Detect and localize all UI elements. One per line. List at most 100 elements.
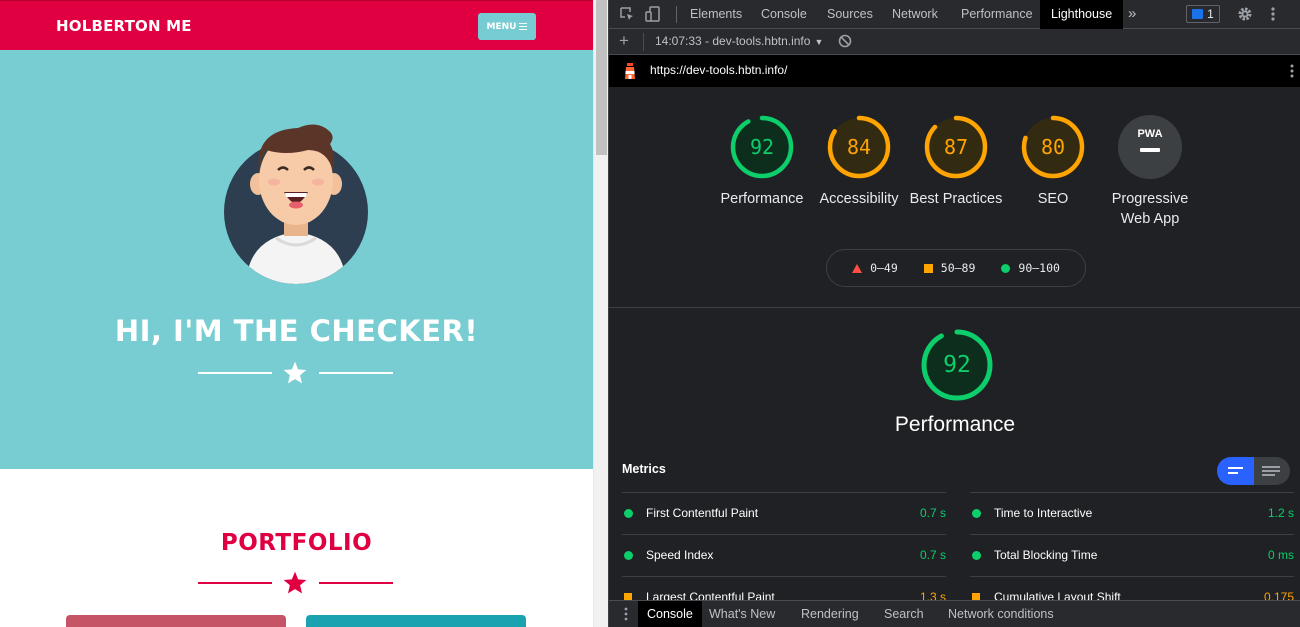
drawer-tabbar: Console What's New Rendering Search Netw… — [609, 600, 1300, 627]
tab-sources[interactable]: Sources — [816, 0, 884, 29]
metric-value: 0 ms — [1267, 548, 1294, 562]
metric-name: Cumulative Layout Shift — [994, 590, 1121, 600]
gauge-pwa[interactable]: PWA Progressive Web App — [1100, 114, 1200, 229]
metric-name: Speed Index — [646, 548, 714, 562]
kebab-menu-icon[interactable] — [1269, 6, 1277, 22]
metric-value: 0.7 s — [919, 506, 946, 520]
scrollbar-thumb[interactable] — [596, 0, 607, 155]
inspect-element-icon[interactable] — [618, 5, 636, 23]
gauge-label: Progressive Web App — [1111, 191, 1189, 227]
score-ring: 92 — [729, 114, 795, 180]
site-brand[interactable]: HOLBERTON ME — [56, 17, 192, 35]
report-select-value: 14:07:33 - dev-tools.hbtn.info — [655, 34, 811, 48]
portfolio-card[interactable] — [306, 615, 526, 627]
report-url[interactable]: https://dev-tools.hbtn.info/ — [650, 63, 787, 77]
drawer-tab-console[interactable]: Console — [638, 601, 702, 627]
drawer-tab-rendering[interactable]: Rendering — [792, 601, 868, 627]
hero-title: HI, I'M THE CHECKER! — [114, 314, 479, 348]
legend-pass-range: 90–100 — [1018, 261, 1060, 275]
gear-icon[interactable] — [1237, 6, 1253, 22]
gauge-performance[interactable]: 92 Performance — [712, 114, 812, 209]
pass-circle-icon — [972, 509, 981, 518]
metric-value: 0.175 — [1263, 590, 1294, 600]
portfolio-card[interactable] — [66, 615, 286, 627]
tab-elements[interactable]: Elements — [679, 0, 753, 29]
list-icon — [1262, 470, 1280, 472]
hamburger-icon — [519, 23, 528, 30]
tab-console[interactable]: Console — [750, 0, 818, 29]
performance-gauge-large: 92 — [919, 327, 995, 403]
portfolio-divider — [198, 570, 393, 596]
list-icon — [1262, 466, 1280, 468]
gauge-score: 80 — [1040, 135, 1066, 159]
report-select[interactable]: 14:07:33 - dev-tools.hbtn.info ▼ — [655, 34, 823, 48]
compact-view-button[interactable] — [1253, 457, 1290, 485]
pass-circle-icon — [624, 509, 633, 518]
pwa-icon: PWA — [1118, 115, 1182, 179]
drawer-tab-search[interactable]: Search — [875, 601, 933, 627]
score-ring: 84 — [826, 114, 892, 180]
divider-line — [198, 582, 272, 584]
average-square-icon — [972, 593, 980, 600]
score-ring: 80 — [1020, 114, 1086, 180]
gauge-label: Best Practices — [909, 191, 1003, 207]
issues-count: 1 — [1207, 7, 1214, 21]
drawer-menu-icon[interactable] — [624, 607, 628, 621]
legend-average: 50–89 — [923, 261, 976, 275]
tab-network[interactable]: Network — [881, 0, 949, 29]
metric-row[interactable]: Largest Contentful Paint 1.3 s — [622, 576, 946, 600]
tab-separator — [676, 6, 677, 23]
metric-value: 0.7 s — [919, 548, 946, 562]
hero-section: HI, I'M THE CHECKER! — [0, 50, 593, 469]
metrics-view-toggle[interactable] — [1217, 457, 1290, 485]
legend-average-range: 50–89 — [940, 261, 976, 275]
metric-row[interactable]: Total Blocking Time 0 ms — [970, 534, 1294, 576]
metric-row[interactable]: Cumulative Layout Shift 0.175 — [970, 576, 1294, 600]
clear-all-icon[interactable] — [838, 34, 852, 48]
lines-icon — [1228, 467, 1243, 469]
list-icon — [1262, 474, 1275, 476]
divider-line — [319, 372, 393, 374]
metric-row[interactable]: First Contentful Paint 0.7 s — [622, 492, 946, 534]
issues-badge[interactable]: 1 — [1186, 5, 1220, 23]
gauge-label: Performance — [720, 191, 804, 207]
device-toolbar-icon[interactable] — [644, 5, 662, 23]
menu-label: MENU — [486, 21, 517, 32]
gauge-score: 84 — [846, 135, 872, 159]
issues-icon — [1192, 9, 1204, 19]
tab-performance[interactable]: Performance — [950, 0, 1044, 29]
metric-value: 1.3 s — [919, 590, 946, 600]
gauge-score: 92 — [749, 135, 775, 159]
devtools-panel: Elements Console Sources Network Perform… — [608, 0, 1300, 627]
pass-circle-icon — [972, 551, 981, 560]
gauge-best-practices[interactable]: 87 Best Practices — [906, 114, 1006, 209]
drawer-tab-whats-new[interactable]: What's New — [700, 601, 784, 627]
legend-fail-range: 0–49 — [870, 261, 898, 275]
lighthouse-report: 92 Performance 84 Accessibility 87 Best Pract… — [609, 87, 1300, 600]
website-preview: HOLBERTON ME MENU HI, I'M THE CHECKER! P… — [0, 0, 593, 627]
gauge-label: SEO — [1037, 191, 1069, 207]
metric-row[interactable]: Speed Index 0.7 s — [622, 534, 946, 576]
score-ring: 87 — [923, 114, 989, 180]
page-scrollbar[interactable] — [593, 0, 608, 627]
metric-row[interactable]: Time to Interactive 1.2 s — [970, 492, 1294, 534]
new-report-icon[interactable]: + — [619, 31, 629, 51]
expanded-view-button[interactable] — [1217, 457, 1254, 485]
drawer-tab-network-conditions[interactable]: Network conditions — [939, 601, 1063, 627]
menu-button[interactable]: MENU — [478, 13, 536, 40]
divider-line — [198, 372, 272, 374]
metric-name: Total Blocking Time — [994, 548, 1098, 562]
gauge-seo[interactable]: 80 SEO — [1003, 114, 1103, 209]
gauge-accessibility[interactable]: 84 Accessibility — [809, 114, 909, 209]
metrics-column-right: Time to Interactive 1.2 s Total Blocking T… — [970, 492, 1294, 600]
more-tabs-icon[interactable]: » — [1128, 5, 1136, 22]
performance-score: 92 — [943, 352, 971, 378]
lighthouse-toolbar: + 14:07:33 - dev-tools.hbtn.info ▼ — [609, 29, 1300, 55]
metric-name: First Contentful Paint — [646, 506, 759, 520]
report-menu-icon[interactable] — [1289, 63, 1295, 79]
circle-icon — [1001, 263, 1011, 273]
tab-lighthouse[interactable]: Lighthouse — [1040, 0, 1124, 29]
portfolio-title: PORTFOLIO — [220, 530, 373, 556]
square-icon — [923, 263, 933, 273]
performance-title: Performance — [894, 413, 1016, 436]
